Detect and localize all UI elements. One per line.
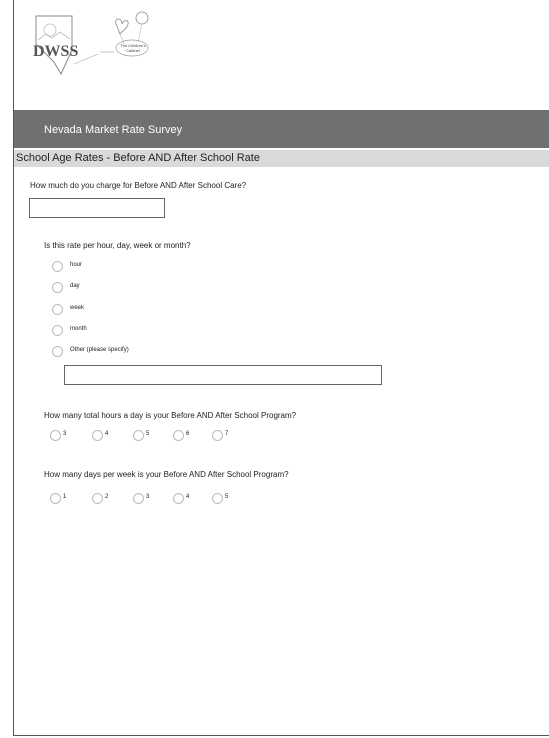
radio-button[interactable] xyxy=(52,282,63,293)
option-label: Other (please specify) xyxy=(70,347,129,353)
option-label: 4 xyxy=(186,494,190,500)
option-label: 1 xyxy=(63,494,67,500)
radio-button[interactable] xyxy=(50,493,61,504)
option-label: month xyxy=(70,326,87,332)
radio-button[interactable] xyxy=(133,430,144,441)
option-label: 2 xyxy=(105,494,109,500)
section-header: School Age Rates - Before AND After Scho… xyxy=(14,150,549,167)
radio-button[interactable] xyxy=(173,430,184,441)
survey-title-bar: Nevada Market Rate Survey xyxy=(14,110,549,148)
radio-button[interactable] xyxy=(173,493,184,504)
option-label: hour xyxy=(70,262,83,268)
partner-logo-text: The Children's Cabinet xyxy=(120,43,146,53)
option-label: day xyxy=(70,283,80,289)
radio-button[interactable] xyxy=(52,261,63,272)
question-4-label: How many days per week is your Before AN… xyxy=(44,470,289,479)
option-label: 3 xyxy=(63,431,67,437)
option-label: 4 xyxy=(105,431,109,437)
option-label: 5 xyxy=(225,494,229,500)
option-label: 5 xyxy=(146,431,150,437)
question-1-label: How much do you charge for Before AND Af… xyxy=(30,181,247,190)
radio-button[interactable] xyxy=(92,493,103,504)
charge-amount-input[interactable] xyxy=(29,198,165,218)
question-2-label: Is this rate per hour, day, week or mont… xyxy=(44,241,191,250)
radio-button[interactable] xyxy=(212,430,223,441)
radio-button[interactable] xyxy=(212,493,223,504)
radio-button[interactable] xyxy=(92,430,103,441)
option-label: 6 xyxy=(186,431,190,437)
section-title: School Age Rates - Before AND After Scho… xyxy=(16,152,260,164)
logo-area: DWSS The Children's Cabinet xyxy=(14,6,164,81)
question-3-label: How many total hours a day is your Befor… xyxy=(44,411,297,420)
option-label: 3 xyxy=(146,494,150,500)
option-label: week xyxy=(70,305,85,311)
option-label: 7 xyxy=(225,431,229,437)
radio-button[interactable] xyxy=(52,325,63,336)
other-specify-input[interactable] xyxy=(64,365,382,385)
dwss-logo-text: DWSS xyxy=(33,43,78,60)
survey-title: Nevada Market Rate Survey xyxy=(44,124,183,136)
radio-button[interactable] xyxy=(52,346,63,357)
radio-button[interactable] xyxy=(50,430,61,441)
radio-button[interactable] xyxy=(133,493,144,504)
radio-button[interactable] xyxy=(52,304,63,315)
